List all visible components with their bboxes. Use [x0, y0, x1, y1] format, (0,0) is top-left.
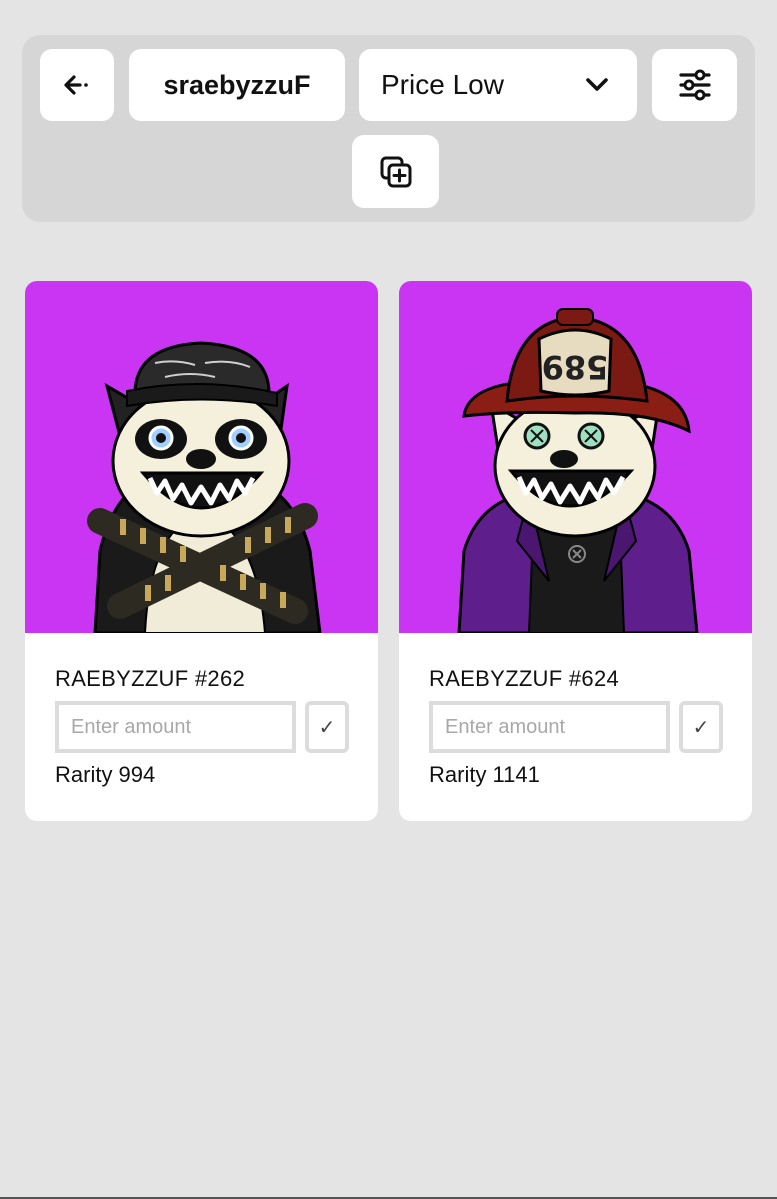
confirm-amount-button[interactable]: ✓ — [305, 701, 349, 753]
nft-name: RAEBYZZUF #262 — [55, 666, 246, 691]
collection-title: sraebyzzuF — [163, 69, 311, 100]
check-icon: ✓ — [692, 716, 710, 739]
amount-input[interactable] — [55, 701, 296, 753]
nft-image — [25, 281, 378, 633]
filter-button[interactable] — [652, 49, 737, 121]
sliders-icon — [678, 69, 711, 101]
top-toolbar: sraebyzzuF Price Low — [22, 35, 755, 222]
svg-text:589: 589 — [542, 348, 609, 386]
sort-dropdown[interactable]: Price Low — [359, 49, 637, 121]
amount-input[interactable] — [429, 701, 670, 753]
back-button[interactable] — [40, 49, 114, 121]
nft-image: 589 — [399, 281, 752, 633]
bear-with-cap-nft-icon — [87, 341, 322, 633]
sort-selected-label: Price Low — [381, 69, 504, 100]
bear-with-firefighter-helmet-nft-icon: 589 — [457, 308, 699, 633]
add-collection-button[interactable] — [352, 135, 439, 208]
confirm-amount-button[interactable]: ✓ — [679, 701, 723, 753]
nft-card[interactable]: RAEBYZZUF #262 ✓ Rarity 994 — [25, 281, 378, 821]
rarity-label: Rarity 994 — [55, 762, 156, 787]
check-icon: ✓ — [318, 716, 336, 739]
collection-title-button[interactable]: sraebyzzuF — [129, 49, 345, 121]
nft-card[interactable]: 589 RAEBYZZUF #624 ✓ Rarity 1141 — [399, 281, 752, 821]
nft-name: RAEBYZZUF #624 — [429, 666, 620, 691]
add-layers-icon — [380, 156, 411, 187]
rarity-label: Rarity 1141 — [429, 762, 540, 787]
chevron-down-icon — [586, 78, 608, 91]
arrow-left-icon — [64, 75, 88, 95]
